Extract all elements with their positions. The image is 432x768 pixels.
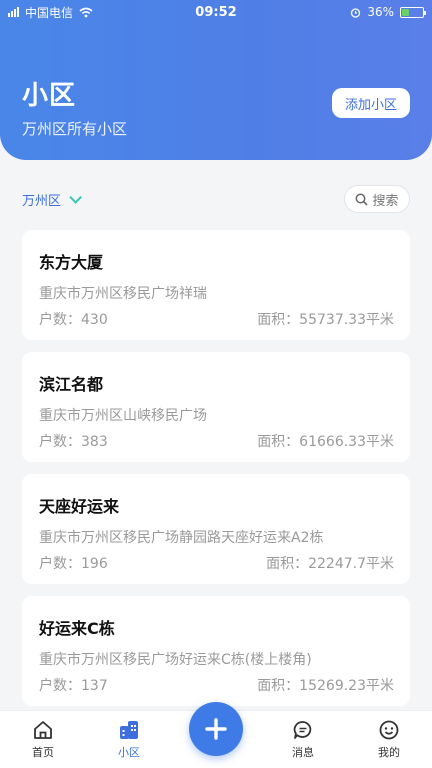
tab-messages[interactable]: 消息 [273, 719, 333, 760]
status-time: 09:52 [195, 4, 237, 20]
community-name: 好运来C栋 [39, 619, 115, 638]
community-icon [120, 721, 138, 739]
tab-home[interactable]: 首页 [13, 719, 73, 760]
page-title: 小区 [22, 81, 77, 111]
household-count: 户数：383 [39, 434, 108, 450]
tab-community-label: 小区 [118, 746, 140, 759]
community-card[interactable]: 好运来C栋 重庆市万州区移民广场好运来C栋(楼上楼角) 户数：137 面积：15… [22, 596, 410, 706]
message-icon [293, 721, 312, 739]
search-icon [356, 193, 369, 206]
community-area: 面积：15269.23平米 [257, 678, 394, 694]
community-address: 重庆市万州区移民广场静园路天座好运来A2栋 [39, 530, 324, 546]
carrier-label: 中国电信 [25, 5, 74, 20]
community-name: 滨江名都 [39, 375, 104, 394]
filter-row: 万州区 搜索 [22, 182, 410, 216]
community-name: 天座好运来 [39, 497, 120, 516]
household-count: 户数：430 [39, 312, 108, 328]
community-card[interactable]: 滨江名都 重庆市万州区山峡移民广场 户数：383 面积：61666.33平米 [22, 352, 410, 462]
add-fab-button[interactable] [189, 702, 243, 756]
community-area: 面积：22247.7平米 [266, 556, 394, 572]
community-name: 东方大厦 [39, 253, 104, 272]
wifi-icon [79, 7, 93, 17]
search-button[interactable]: 搜索 [344, 185, 410, 213]
tab-profile[interactable]: 我的 [359, 719, 419, 760]
community-card[interactable]: 东方大厦 重庆市万州区移民广场祥瑞 户数：430 面积：55737.33平米 [22, 230, 410, 340]
battery-icon [400, 6, 426, 18]
tab-community[interactable]: 小区 [99, 719, 159, 760]
home-icon [34, 721, 52, 739]
add-community-button[interactable]: 添加小区 [332, 88, 410, 118]
community-area: 面积：55737.33平米 [257, 312, 394, 328]
household-count: 户数：137 [39, 678, 108, 694]
community-address: 重庆市万州区山峡移民广场 [39, 408, 207, 424]
alarm-icon [351, 7, 361, 18]
district-selector[interactable]: 万州区 [22, 190, 83, 209]
page-subtitle: 万州区所有小区 [22, 120, 128, 138]
district-label: 万州区 [22, 193, 62, 209]
household-count: 户数：196 [39, 556, 108, 572]
header: 中国电信 09:52 36% 小区 万州区所有小区 添加小区 [0, 0, 432, 160]
plus-icon [205, 718, 227, 740]
tab-messages-label: 消息 [292, 746, 314, 759]
status-bar: 中国电信 09:52 36% [0, 0, 432, 24]
search-label: 搜索 [372, 193, 399, 209]
chevron-down-icon [69, 190, 83, 204]
community-address: 重庆市万州区移民广场好运来C栋(楼上楼角) [39, 652, 312, 668]
community-list: 东方大厦 重庆市万州区移民广场祥瑞 户数：430 面积：55737.33平米 滨… [22, 230, 410, 718]
profile-icon [379, 720, 399, 740]
community-area: 面积：61666.33平米 [257, 434, 394, 450]
community-address: 重庆市万州区移民广场祥瑞 [39, 286, 207, 302]
tab-home-label: 首页 [32, 746, 54, 759]
community-card[interactable]: 天座好运来 重庆市万州区移民广场静园路天座好运来A2栋 户数：196 面积：22… [22, 474, 410, 584]
signal-icon [8, 7, 19, 17]
battery-percent: 36% [367, 5, 394, 19]
tab-profile-label: 我的 [378, 746, 400, 759]
